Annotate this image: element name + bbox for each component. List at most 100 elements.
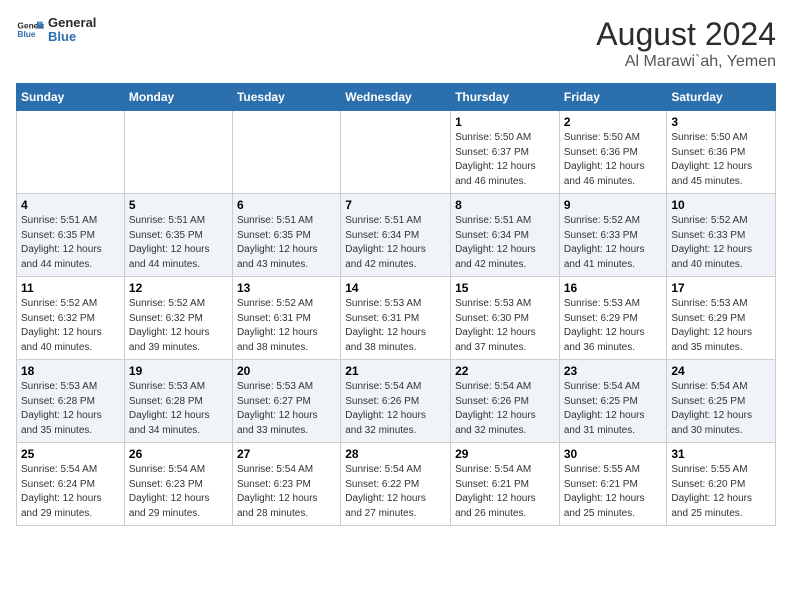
day-number: 24 [671,364,771,378]
day-number: 20 [237,364,336,378]
calendar-cell: 14Sunrise: 5:53 AM Sunset: 6:31 PM Dayli… [341,277,451,360]
calendar-cell: 20 Sunrise: 5:53 AM Sunset: 6:27 PM Dayli… [232,360,340,443]
calendar-week-row: 1 Sunrise: 5:50 AM Sunset: 6:37 PM Daylig… [17,111,776,194]
day-number: 7 [345,198,446,212]
day-number: 25 [21,447,120,461]
calendar-cell [341,111,451,194]
day-info: Sunrise: 5:53 AM Sunset: 6:28 PM Dayligh… [129,380,228,438]
weekday-header-row: SundayMondayTuesdayWednesdayThursdayFrid… [17,84,776,111]
day-number: 5 [129,198,228,212]
day-info: Sunrise: 5:54 AM Sunset: 6:25 PM Dayligh… [564,380,663,438]
day-number: 18 [21,364,120,378]
day-info: Sunrise: 5:51 AM Sunset: 6:34 PM Dayligh… [345,214,446,272]
day-number: 8 [455,198,555,212]
calendar-cell: 15Sunrise: 5:53 AM Sunset: 6:30 PM Dayli… [451,277,560,360]
calendar-cell: 4 Sunrise: 5:51 AM Sunset: 6:35 PM Daylig… [17,194,125,277]
logo-line2: Blue [48,30,96,44]
calendar-cell: 8 Sunrise: 5:51 AM Sunset: 6:34 PM Daylig… [451,194,560,277]
day-number: 13 [237,281,336,295]
calendar-cell: 5 Sunrise: 5:51 AM Sunset: 6:35 PM Daylig… [124,194,232,277]
calendar-cell: 9 Sunrise: 5:52 AM Sunset: 6:33 PM Daylig… [559,194,667,277]
calendar-cell: 13 Sunrise: 5:52 AM Sunset: 6:31 PM Dayli… [232,277,340,360]
day-info: Sunrise: 5:55 AM Sunset: 6:21 PM Dayligh… [564,463,663,521]
day-number: 4 [21,198,120,212]
day-number: 27 [237,447,336,461]
calendar-week-row: 11 Sunrise: 5:52 AM Sunset: 6:32 PM Dayli… [17,277,776,360]
day-info: Sunrise: 5:53 AM Sunset: 6:29 PM Dayligh… [671,297,771,355]
calendar-cell: 22 Sunrise: 5:54 AM Sunset: 6:26 PM Dayli… [451,360,560,443]
weekday-header: Friday [559,84,667,111]
day-number: 3 [671,115,771,129]
weekday-header: Wednesday [341,84,451,111]
title-block: August 2024 Al Marawi`ah, Yemen [596,16,776,71]
calendar-cell: 1 Sunrise: 5:50 AM Sunset: 6:37 PM Daylig… [451,111,560,194]
calendar-cell: 11 Sunrise: 5:52 AM Sunset: 6:32 PM Dayli… [17,277,125,360]
calendar-cell: 3 Sunrise: 5:50 AM Sunset: 6:36 PM Daylig… [667,111,776,194]
day-number: 31 [671,447,771,461]
day-number: 11 [21,281,120,295]
day-info: Sunrise: 5:51 AM Sunset: 6:35 PM Dayligh… [129,214,228,272]
calendar-cell: 2Sunrise: 5:50 AM Sunset: 6:36 PM Daylig… [559,111,667,194]
day-info: Sunrise: 5:52 AM Sunset: 6:33 PM Dayligh… [564,214,663,272]
day-number: 1 [455,115,555,129]
day-number: 23 [564,364,663,378]
calendar-cell: 28Sunrise: 5:54 AM Sunset: 6:22 PM Dayli… [341,443,451,526]
calendar-cell: 30 Sunrise: 5:55 AM Sunset: 6:21 PM Dayli… [559,443,667,526]
logo-line1: General [48,16,96,30]
calendar-cell [232,111,340,194]
day-info: Sunrise: 5:52 AM Sunset: 6:32 PM Dayligh… [129,297,228,355]
day-number: 22 [455,364,555,378]
calendar-cell: 18 Sunrise: 5:53 AM Sunset: 6:28 PM Dayli… [17,360,125,443]
day-info: Sunrise: 5:53 AM Sunset: 6:30 PM Dayligh… [455,297,555,355]
calendar-cell [124,111,232,194]
day-number: 2 [564,115,663,129]
day-number: 16 [564,281,663,295]
calendar-cell: 17 Sunrise: 5:53 AM Sunset: 6:29 PM Dayli… [667,277,776,360]
calendar-title: August 2024 [596,16,776,53]
calendar-table: SundayMondayTuesdayWednesdayThursdayFrid… [16,83,776,526]
logo-text: General Blue [48,16,96,45]
calendar-cell [17,111,125,194]
calendar-cell: 12 Sunrise: 5:52 AM Sunset: 6:32 PM Dayli… [124,277,232,360]
day-info: Sunrise: 5:54 AM Sunset: 6:23 PM Dayligh… [129,463,228,521]
day-number: 29 [455,447,555,461]
day-info: Sunrise: 5:53 AM Sunset: 6:27 PM Dayligh… [237,380,336,438]
weekday-header: Tuesday [232,84,340,111]
weekday-header: Saturday [667,84,776,111]
day-info: Sunrise: 5:53 AM Sunset: 6:28 PM Dayligh… [21,380,120,438]
calendar-cell: 31 Sunrise: 5:55 AM Sunset: 6:20 PM Dayli… [667,443,776,526]
day-info: Sunrise: 5:54 AM Sunset: 6:25 PM Dayligh… [671,380,771,438]
day-number: 17 [671,281,771,295]
logo-icon: General Blue [16,16,44,44]
calendar-cell: 26 Sunrise: 5:54 AM Sunset: 6:23 PM Dayli… [124,443,232,526]
calendar-cell: 29Sunrise: 5:54 AM Sunset: 6:21 PM Dayli… [451,443,560,526]
day-info: Sunrise: 5:54 AM Sunset: 6:26 PM Dayligh… [345,380,446,438]
calendar-week-row: 18 Sunrise: 5:53 AM Sunset: 6:28 PM Dayli… [17,360,776,443]
day-info: Sunrise: 5:55 AM Sunset: 6:20 PM Dayligh… [671,463,771,521]
svg-text:Blue: Blue [17,29,35,39]
weekday-header: Thursday [451,84,560,111]
day-info: Sunrise: 5:51 AM Sunset: 6:35 PM Dayligh… [21,214,120,272]
calendar-cell: 27 Sunrise: 5:54 AM Sunset: 6:23 PM Dayli… [232,443,340,526]
weekday-header: Sunday [17,84,125,111]
day-info: Sunrise: 5:50 AM Sunset: 6:36 PM Dayligh… [671,131,771,189]
calendar-cell: 19Sunrise: 5:53 AM Sunset: 6:28 PM Dayli… [124,360,232,443]
day-info: Sunrise: 5:54 AM Sunset: 6:23 PM Dayligh… [237,463,336,521]
day-number: 12 [129,281,228,295]
day-number: 10 [671,198,771,212]
weekday-header: Monday [124,84,232,111]
day-number: 14 [345,281,446,295]
day-number: 28 [345,447,446,461]
day-info: Sunrise: 5:52 AM Sunset: 6:31 PM Dayligh… [237,297,336,355]
day-info: Sunrise: 5:50 AM Sunset: 6:37 PM Dayligh… [455,131,555,189]
day-info: Sunrise: 5:52 AM Sunset: 6:32 PM Dayligh… [21,297,120,355]
day-number: 9 [564,198,663,212]
day-info: Sunrise: 5:51 AM Sunset: 6:34 PM Dayligh… [455,214,555,272]
day-number: 30 [564,447,663,461]
day-info: Sunrise: 5:54 AM Sunset: 6:26 PM Dayligh… [455,380,555,438]
calendar-cell: 7 Sunrise: 5:51 AM Sunset: 6:34 PM Daylig… [341,194,451,277]
calendar-cell: 23 Sunrise: 5:54 AM Sunset: 6:25 PM Dayli… [559,360,667,443]
calendar-cell: 25Sunrise: 5:54 AM Sunset: 6:24 PM Dayli… [17,443,125,526]
page-header: General Blue General Blue August 2024 Al… [16,16,776,71]
day-number: 26 [129,447,228,461]
